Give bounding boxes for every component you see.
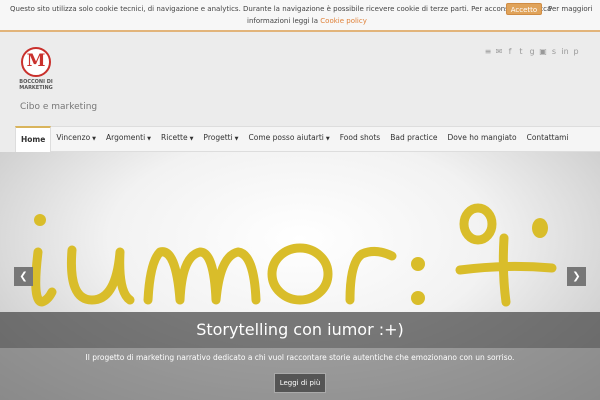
chevron-down-icon: ▼ [92,136,97,142]
nav-item-label: Argomenti [106,133,146,142]
nav-item-label: Home [21,135,46,144]
nav-item-label: Food shots [339,133,381,142]
art-letter-m [143,247,261,305]
slide-title-bar: Storytelling con iumor :+) [0,312,600,348]
read-more-button[interactable]: Leggi di più [274,373,326,393]
instagram-icon[interactable]: ▣ [539,47,547,56]
slide-title: Storytelling con iumor :+) [196,320,404,339]
social-links: ≡ ✉ f t g ▣ s in p [484,47,580,56]
nav-item-label: Progetti [203,133,233,142]
cookie-bar: Questo sito utilizza solo cookie tecnici… [0,0,600,32]
pinterest-icon[interactable]: p [572,47,580,56]
art-letter-o [267,243,333,305]
site-header: M BOCCONI DI MARKETING Cibo e marketing … [0,34,600,124]
accept-cookies-button[interactable]: Accetto [506,3,542,15]
google-plus-icon[interactable]: g [528,47,536,56]
cookie-info-prefix: informazioni leggi la [247,17,321,25]
nav-item-label: Vincenzo [56,133,91,142]
nav-item-label: Dove ho mangiato [447,133,517,142]
nav-item-bad-practice[interactable]: Bad practice [385,126,442,152]
nav-item-food-shots[interactable]: Food shots [335,126,385,152]
art-i-dot [34,214,46,226]
logo-wordmark: BOCCONI DI MARKETING [19,79,53,91]
linkedin-icon[interactable]: in [561,47,569,56]
art-colon-top [411,257,425,271]
chevron-down-icon: ▼ [325,136,330,142]
nav-item-vincenzo[interactable]: Vincenzo ▼ [51,126,101,152]
art-letter-r [345,246,397,305]
nav-item-label: Contattami [526,133,569,142]
art-letter-i [31,247,57,307]
nav-item-progetti[interactable]: Progetti ▼ [198,126,243,152]
cookie-more-info-text: Per maggiori [548,5,593,13]
nav-item-come-posso-aiutarti[interactable]: Come posso aiutarti ▼ [244,126,335,152]
art-letter-u [66,245,135,305]
slide-caption: Il progetto di marketing narrativo dedic… [0,348,600,400]
nav-item-home[interactable]: Home [15,126,52,152]
skype-icon[interactable]: s [550,47,558,56]
art-colon-bottom [411,291,425,305]
slide-description: Il progetto di marketing narrativo dedic… [85,353,515,362]
cookie-notice-text: Questo sito utilizza solo cookie tecnici… [10,5,552,13]
hero-slider: ❮ ❯ Storytelling con iumor :+) Il proget… [0,152,600,400]
art-eye-left [459,203,497,245]
nav-item-label: Ricette [161,133,188,142]
nav-item-ricette[interactable]: Ricette ▼ [156,126,198,152]
email-icon[interactable]: ✉ [495,47,503,56]
facebook-icon[interactable]: f [506,47,514,56]
chevron-down-icon: ▼ [189,136,194,142]
rss-icon[interactable]: ≡ [484,47,492,56]
nav-item-dove-ho-mangiato[interactable]: Dove ho mangiato [442,126,521,152]
site-logo[interactable]: M BOCCONI DI MARKETING [19,47,53,95]
nav-item-label: Come posso aiutarti [248,133,324,142]
art-plus-horizontal [455,261,557,275]
logo-letter: M [26,51,46,71]
slider-next-arrow[interactable]: ❯ [567,267,586,286]
cookie-notice-line2: informazioni leggi la Cookie policy [247,17,367,25]
twitter-icon[interactable]: t [517,47,525,56]
cookie-policy-link[interactable]: Cookie policy [320,17,367,25]
nav-item-argomenti[interactable]: Argomenti ▼ [101,126,156,152]
site-tagline: Cibo e marketing [20,102,98,112]
nav-item-label: Bad practice [390,133,438,142]
chevron-down-icon: ▼ [234,136,239,142]
nav-item-contattami[interactable]: Contattami [522,126,574,152]
art-eye-right [532,218,548,238]
chevron-down-icon: ▼ [147,136,152,142]
slider-prev-arrow[interactable]: ❮ [14,267,33,286]
main-navigation: Home Vincenzo ▼ Argomenti ▼ Ricette ▼ Progetti ▼… [15,126,600,152]
